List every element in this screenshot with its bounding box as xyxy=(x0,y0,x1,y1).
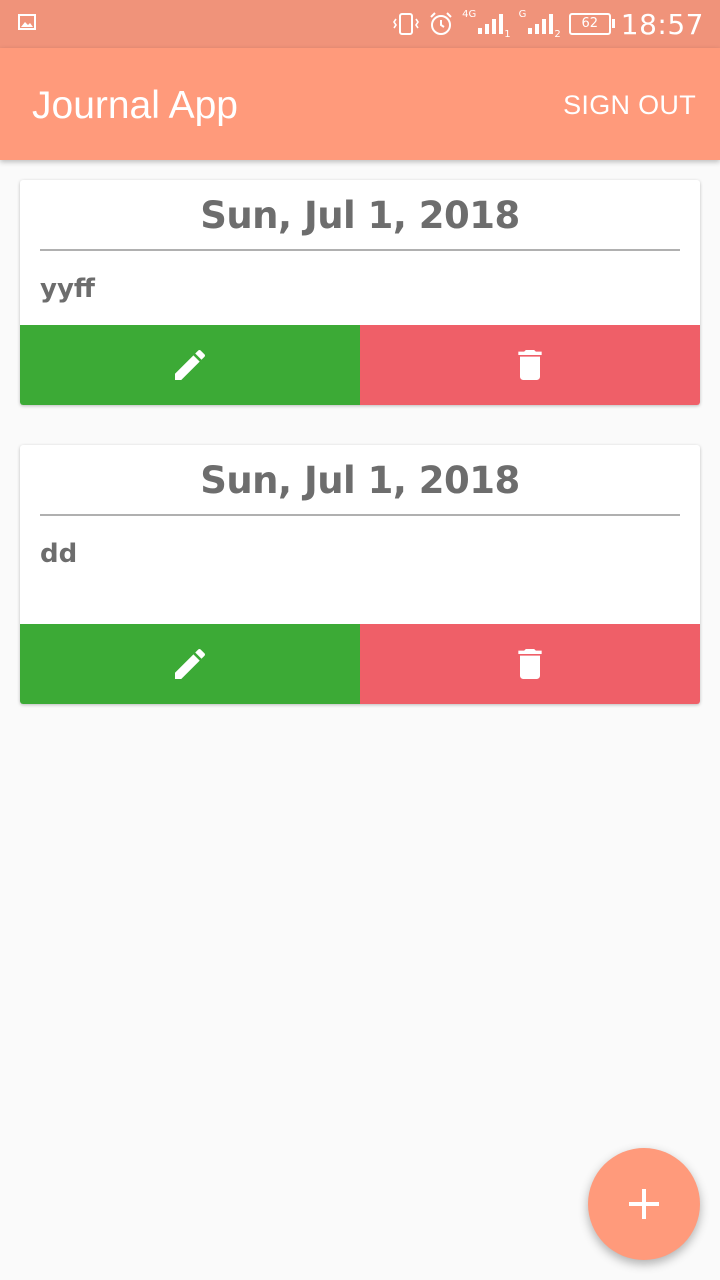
sim2-network-label: G xyxy=(518,8,527,20)
delete-button[interactable] xyxy=(360,624,700,704)
sim2-index: 2 xyxy=(554,28,561,40)
trash-icon xyxy=(518,649,542,679)
journal-entry-card[interactable]: Sun, Jul 1, 2018 yyff xyxy=(20,180,700,405)
status-bar: 4G 1 G 2 62 18:57 xyxy=(0,0,720,48)
entry-actions xyxy=(20,624,700,704)
vibrate-icon xyxy=(392,12,420,36)
add-entry-button[interactable] xyxy=(588,1148,700,1260)
journal-entry-card[interactable]: Sun, Jul 1, 2018 dd xyxy=(20,445,700,704)
trash-icon xyxy=(518,350,542,380)
pencil-icon xyxy=(175,349,206,380)
entry-text: dd xyxy=(40,539,78,569)
app-bar: Journal App SIGN OUT xyxy=(0,48,720,160)
sim1-network-label: 4G xyxy=(462,8,477,20)
pencil-icon xyxy=(175,648,206,679)
alarm-icon xyxy=(428,11,454,37)
battery-level: 62 xyxy=(568,13,615,35)
delete-button[interactable] xyxy=(360,325,700,405)
divider xyxy=(40,249,680,251)
divider xyxy=(40,514,680,516)
sign-out-button[interactable]: SIGN OUT xyxy=(563,90,696,121)
edit-button[interactable] xyxy=(20,624,360,704)
edit-button[interactable] xyxy=(20,325,360,405)
plus-icon xyxy=(629,1189,659,1219)
clock: 18:57 xyxy=(620,7,704,41)
entry-date: Sun, Jul 1, 2018 xyxy=(200,194,520,237)
image-icon xyxy=(18,14,36,30)
battery-icon: 62 xyxy=(568,13,615,35)
app-title: Journal App xyxy=(32,84,238,127)
entry-actions xyxy=(20,325,700,405)
sim1-index: 1 xyxy=(504,28,511,40)
signal-icon: G 2 xyxy=(518,8,561,40)
entry-text: yyff xyxy=(40,274,95,304)
entry-date: Sun, Jul 1, 2018 xyxy=(200,459,520,502)
signal-icon: 4G 1 xyxy=(462,8,511,40)
